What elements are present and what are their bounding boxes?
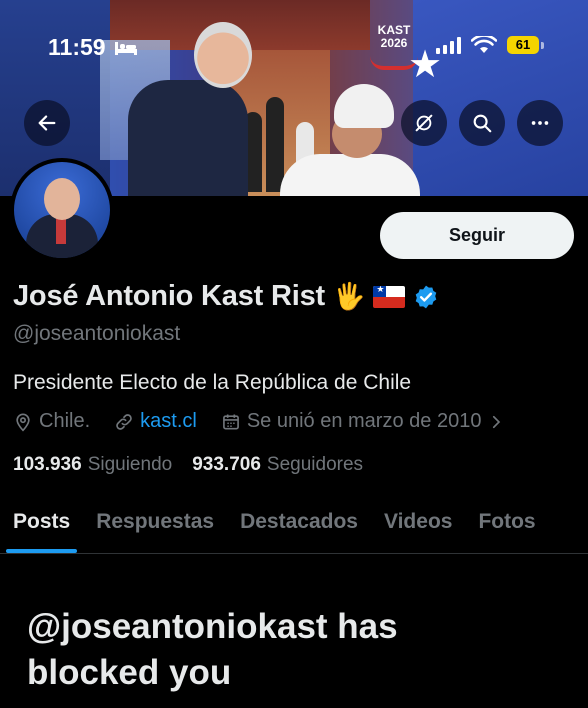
location-pin-icon — [16, 413, 30, 432]
tab-posts[interactable]: Posts — [0, 496, 83, 553]
arrow-left-icon — [38, 115, 56, 131]
followers-count[interactable]: 933.706 — [192, 454, 261, 476]
blocked-message: @joseantoniokast has blocked you — [27, 607, 398, 692]
back-button[interactable] — [24, 100, 70, 146]
status-time: 11:59 — [48, 34, 106, 60]
cellular-signal-icon — [436, 36, 461, 54]
follow-button[interactable]: Seguir — [380, 212, 574, 259]
wifi-icon — [471, 36, 497, 53]
profile-joined-date: Se unió en marzo de 2010 — [246, 410, 482, 432]
more-horizontal-icon — [531, 121, 549, 125]
profile-name: José Antonio Kast Rist — [13, 280, 325, 312]
campaign-logo: KAST 2026 ★ — [370, 24, 442, 84]
tab-respuestas[interactable]: Respuestas — [83, 496, 227, 553]
search-icon — [473, 114, 492, 133]
more-options-button[interactable] — [517, 100, 563, 146]
grok-icon — [415, 114, 433, 132]
profile-handle: @joseantoniokast — [13, 322, 181, 345]
tab-videos[interactable]: Videos — [371, 496, 465, 553]
battery-icon: 61 — [507, 36, 544, 54]
following-count[interactable]: 103.936 — [13, 454, 82, 476]
verified-badge-icon[interactable] — [413, 284, 439, 310]
profile-avatar[interactable] — [10, 158, 114, 262]
calendar-icon — [222, 414, 239, 429]
follow-counts: 103.936 Siguiendo 933.706 Seguidores — [13, 454, 363, 476]
sleep-mode-icon — [114, 40, 138, 61]
link-icon — [116, 413, 132, 430]
status-icons: 61 — [436, 36, 544, 54]
followers-label[interactable]: Seguidores — [267, 454, 363, 476]
search-button[interactable] — [459, 100, 505, 146]
tab-destacados[interactable]: Destacados — [227, 496, 371, 553]
profile-tabs: Posts Respuestas Destacados Videos Fotos — [0, 496, 588, 554]
chile-flag-icon: ★ — [373, 285, 406, 308]
profile-meta: Chile. kast.cl Se unió en marzo de 2010 — [13, 410, 505, 433]
profile-website-link[interactable]: kast.cl — [140, 410, 197, 433]
chevron-right-icon[interactable] — [487, 413, 505, 431]
profile-name-row: José Antonio Kast Rist 🖐 ★ — [13, 280, 439, 313]
profile-location: Chile. — [39, 410, 91, 432]
waving-hand-emoji: 🖐 — [332, 281, 366, 311]
tab-fotos[interactable]: Fotos — [465, 496, 548, 553]
grok-button[interactable] — [401, 100, 447, 146]
profile-bio: Presidente Electo de la República de Chi… — [13, 371, 412, 394]
following-label[interactable]: Siguiendo — [88, 454, 173, 476]
active-tab-indicator — [6, 549, 78, 553]
